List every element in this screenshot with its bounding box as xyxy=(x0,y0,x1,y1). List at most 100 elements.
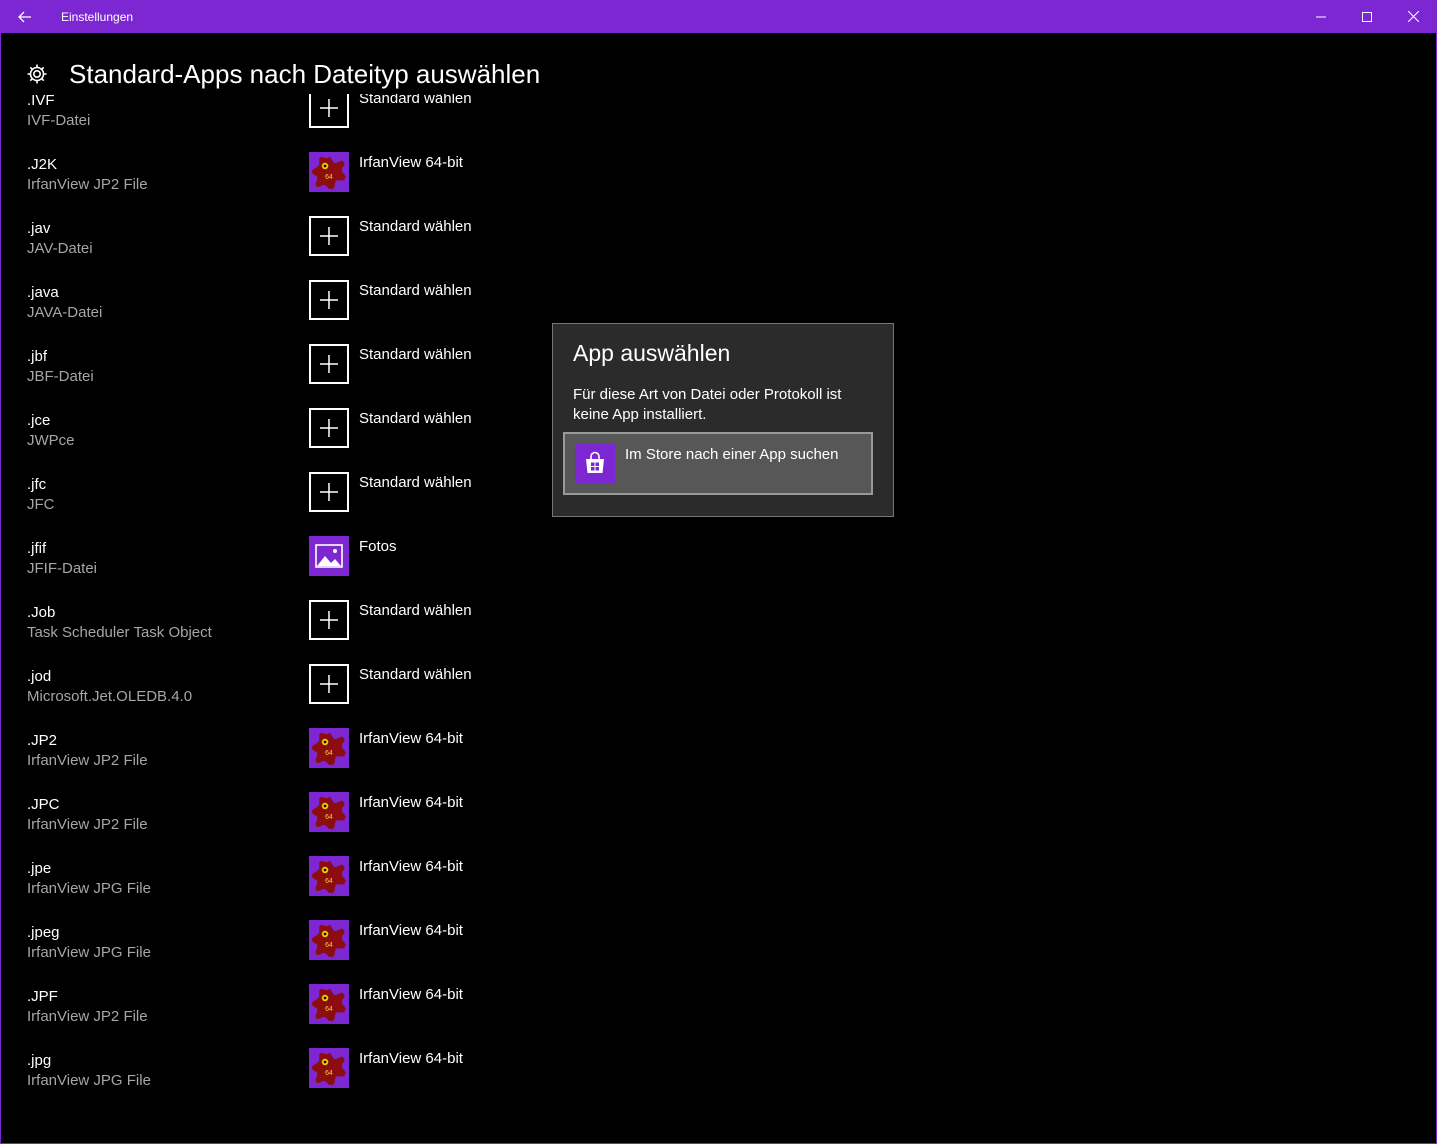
file-extension: .jpg xyxy=(27,1052,52,1069)
svg-text:64: 64 xyxy=(325,814,333,821)
file-type-description: IrfanView JP2 File xyxy=(27,816,148,833)
plus-icon xyxy=(309,472,349,512)
default-app-label: Standard wählen xyxy=(359,410,472,427)
default-app-button[interactable]: 64 IrfanView 64-bit xyxy=(309,792,463,832)
file-type-description: JFIF-Datei xyxy=(27,560,98,577)
irfanview-icon: 64 xyxy=(309,152,349,192)
file-type-row: .jpe IrfanView JPG File 64 IrfanView 64-bit xyxy=(1,856,1436,920)
default-app-label: Standard wählen xyxy=(359,94,472,107)
irfanview-icon: 64 xyxy=(309,1048,349,1088)
default-app-button[interactable]: 64 IrfanView 64-bit xyxy=(309,152,463,192)
plus-icon xyxy=(309,408,349,448)
svg-text:64: 64 xyxy=(325,174,333,181)
file-type-description: IrfanView JP2 File xyxy=(27,752,148,769)
default-app-button[interactable]: Standard wählen xyxy=(309,344,472,384)
default-app-label: Fotos xyxy=(359,538,397,555)
file-type-description: IVF-Datei xyxy=(27,112,91,129)
window-controls xyxy=(1298,0,1436,33)
default-app-button[interactable]: 64 IrfanView 64-bit xyxy=(309,984,463,1024)
default-app-button[interactable]: Standard wählen xyxy=(309,408,472,448)
file-extension: .IVF xyxy=(27,94,55,109)
irfanview-icon: 64 xyxy=(309,856,349,896)
file-type-row: .J2K IrfanView JP2 File 64 IrfanView 64-bit xyxy=(1,152,1436,216)
file-extension: .jod xyxy=(27,668,52,685)
file-extension: .jav xyxy=(27,220,51,237)
default-app-label: Standard wählen xyxy=(359,218,472,235)
file-type-description: IrfanView JP2 File xyxy=(27,1008,148,1025)
file-extension: .jbf xyxy=(27,348,48,365)
file-type-row: .JPF IrfanView JP2 File 64 IrfanView 64-bit xyxy=(1,984,1436,1048)
file-type-row: .JPC IrfanView JP2 File 64 IrfanView 64-bit xyxy=(1,792,1436,856)
file-type-row: .IVF IVF-Datei Standard wählen xyxy=(1,94,1436,152)
irfanview-icon: 64 xyxy=(309,792,349,832)
default-app-label: IrfanView 64-bit xyxy=(359,1050,463,1067)
default-app-label: IrfanView 64-bit xyxy=(359,730,463,747)
default-app-label: IrfanView 64-bit xyxy=(359,154,463,171)
close-icon xyxy=(1407,11,1419,22)
title-bar: Einstellungen xyxy=(1,0,1436,33)
file-type-description: JFC xyxy=(27,496,55,513)
file-type-row: .Job Task Scheduler Task Object Standard w… xyxy=(1,600,1436,664)
file-type-row: .jod Microsoft.Jet.OLEDB.4.0 Standard wähl… xyxy=(1,664,1436,728)
default-app-button[interactable]: Standard wählen xyxy=(309,216,472,256)
default-app-button[interactable]: 64 IrfanView 64-bit xyxy=(309,1048,463,1088)
file-type-description: Task Scheduler Task Object xyxy=(27,624,212,641)
back-arrow-icon xyxy=(18,11,31,22)
default-app-label: IrfanView 64-bit xyxy=(359,794,463,811)
minimize-button[interactable] xyxy=(1298,0,1344,33)
default-app-label: IrfanView 64-bit xyxy=(359,986,463,1003)
default-app-button[interactable]: Standard wählen xyxy=(309,94,472,128)
close-button[interactable] xyxy=(1390,0,1436,33)
file-extension: .jce xyxy=(27,412,51,429)
default-app-button[interactable]: Standard wählen xyxy=(309,664,472,704)
maximize-button[interactable] xyxy=(1344,0,1390,33)
app-picker-flyout: App auswählen Für diese Art von Datei od… xyxy=(552,323,894,517)
default-app-label: IrfanView 64-bit xyxy=(359,858,463,875)
plus-icon xyxy=(309,216,349,256)
search-store-button[interactable]: Im Store nach einer App suchen xyxy=(563,432,873,495)
file-type-list[interactable]: .IN_IN_-DateiStandard wählen.IVFIVF-Date… xyxy=(1,94,1436,1143)
irfanview-icon: 64 xyxy=(309,728,349,768)
file-extension: .jpeg xyxy=(27,924,60,941)
svg-text:64: 64 xyxy=(325,1070,333,1077)
file-extension: .Job xyxy=(27,604,56,621)
plus-icon xyxy=(309,280,349,320)
file-extension: .J2K xyxy=(27,156,58,173)
file-type-description: IrfanView JPG File xyxy=(27,944,151,961)
default-app-button[interactable]: Fotos xyxy=(309,536,397,576)
file-type-description: JAV-Datei xyxy=(27,240,93,257)
default-app-label: Standard wählen xyxy=(359,602,472,619)
store-icon xyxy=(575,444,615,484)
flyout-message: Für diese Art von Datei oder Protokoll i… xyxy=(573,386,842,423)
default-app-button[interactable]: Standard wählen xyxy=(309,280,472,320)
file-type-description: JAVA-Datei xyxy=(27,304,103,321)
default-app-label: Standard wählen xyxy=(359,346,472,363)
file-extension: .JPC xyxy=(27,796,60,813)
search-store-label: Im Store nach einer App suchen xyxy=(625,446,839,463)
default-app-label: Standard wählen xyxy=(359,282,472,299)
file-type-row: .JP2 IrfanView JP2 File 64 IrfanView 64-bit xyxy=(1,728,1436,792)
plus-icon xyxy=(309,664,349,704)
file-extension: .jfc xyxy=(27,476,47,493)
page-header: Standard-Apps nach Dateityp auswählen xyxy=(25,56,540,92)
irfanview-icon: 64 xyxy=(309,920,349,960)
default-app-label: Standard wählen xyxy=(359,474,472,491)
default-app-button[interactable]: 64 IrfanView 64-bit xyxy=(309,920,463,960)
window-title: Einstellungen xyxy=(61,9,134,24)
gear-icon xyxy=(25,62,49,86)
file-type-description: JBF-Datei xyxy=(27,368,94,385)
default-app-button[interactable]: 64 IrfanView 64-bit xyxy=(309,728,463,768)
file-extension: .JP2 xyxy=(27,732,58,749)
flyout-title: App auswählen xyxy=(573,340,731,366)
plus-icon xyxy=(309,94,349,128)
minimize-icon xyxy=(1316,16,1326,17)
file-type-description: JWPce xyxy=(27,432,75,449)
file-extension: .JPF xyxy=(27,988,58,1005)
svg-text:64: 64 xyxy=(325,942,333,949)
back-button[interactable] xyxy=(1,0,49,33)
default-app-button[interactable]: Standard wählen xyxy=(309,472,472,512)
default-app-button[interactable]: 64 IrfanView 64-bit xyxy=(309,856,463,896)
default-app-button[interactable]: Standard wählen xyxy=(309,600,472,640)
plus-icon xyxy=(309,600,349,640)
svg-text:64: 64 xyxy=(325,750,333,757)
